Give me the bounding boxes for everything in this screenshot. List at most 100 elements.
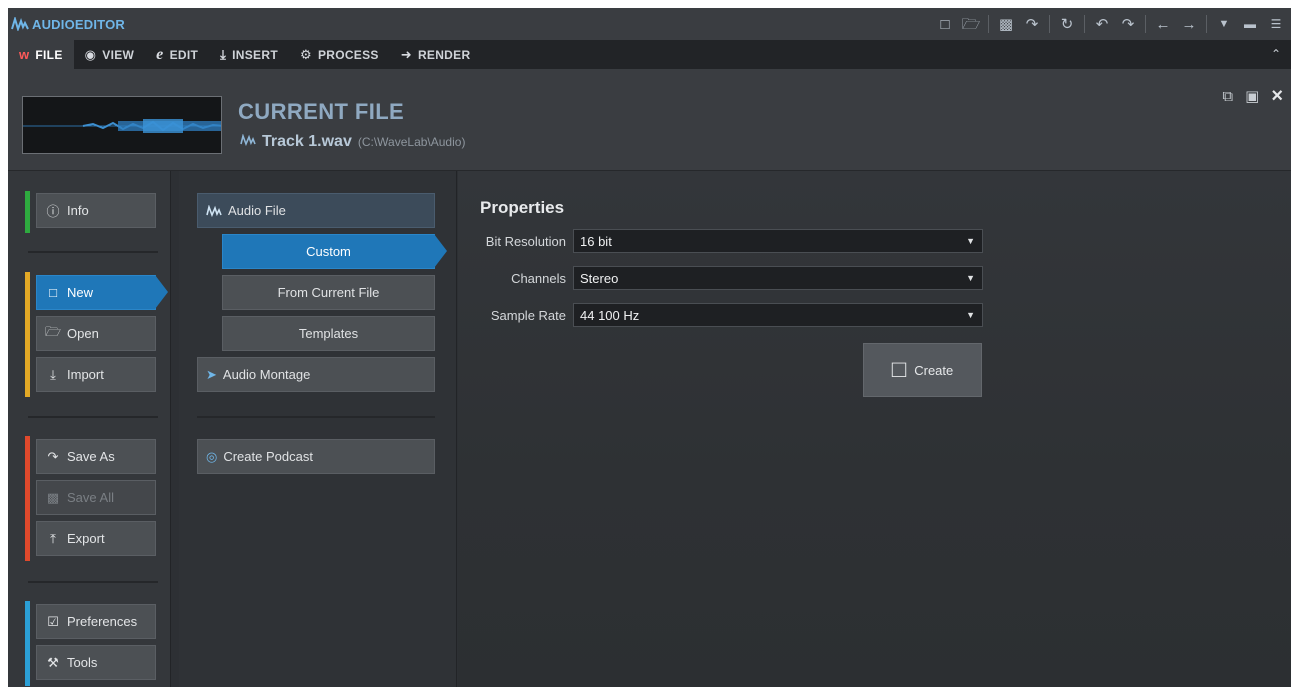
tab-process-label: PROCESS [317, 47, 379, 62]
tab-view-label: VIEW [102, 47, 135, 62]
info-icon: ⓘ [46, 204, 60, 219]
sample-rate-row: Sample Rate 44 100 Hz ▼ [458, 303, 983, 327]
export-button[interactable]: ⤒ Export [36, 521, 156, 556]
templates-item[interactable]: Templates [222, 316, 435, 351]
sample-rate-select[interactable]: 44 100 Hz ▼ [573, 303, 983, 327]
edit-icon: e [156, 45, 164, 63]
file-group-bar [25, 272, 30, 397]
import-button[interactable]: ⤓ Import [36, 357, 156, 392]
channels-value: Stereo [580, 270, 619, 286]
divider [28, 251, 158, 253]
title-bar: AUDIOEDITOR □ 🗁 ▩ ↷ ↻ ↶ ↷ ← → ▼ ▬ ☰ [8, 8, 1291, 40]
open-label: Open [67, 326, 99, 341]
undo-icon[interactable]: ↶ [1093, 15, 1111, 33]
new-file-icon: □ [49, 285, 57, 300]
save-all-label: Save All [67, 490, 114, 505]
quick-toolbar: □ 🗁 ▩ ↷ ↻ ↶ ↷ ← → ▼ ▬ ☰ [936, 8, 1285, 40]
new-file-type-navigation: Audio File Custom From Current File Temp… [179, 171, 457, 687]
divider [28, 581, 158, 583]
page-title: CURRENT FILE [238, 99, 405, 124]
app-title: AUDIOEDITOR [8, 17, 125, 32]
tab-insert-label: INSERT [232, 47, 278, 62]
open-button[interactable]: 🗁 Open [36, 316, 156, 351]
save-as-label: Save As [67, 449, 115, 464]
tools-button[interactable]: ⚒ Tools [36, 645, 156, 680]
save-icon[interactable]: ▩ [997, 15, 1015, 33]
properties-title: Properties [480, 198, 565, 217]
export-icon: ⤒ [50, 530, 56, 546]
custom-item[interactable]: Custom [222, 234, 447, 269]
audio-file-label: Audio File [228, 203, 286, 218]
tab-process[interactable]: ⚙ PROCESS [289, 40, 390, 69]
chevron-down-icon: ▼ [966, 236, 975, 246]
bit-resolution-label: Bit Resolution [485, 233, 566, 249]
from-current-file-item[interactable]: From Current File [222, 275, 435, 310]
forward-icon[interactable]: → [1180, 15, 1198, 33]
preferences-label: Preferences [67, 614, 138, 629]
window-icon[interactable]: ▬ [1241, 15, 1259, 33]
ribbon-tabs: w FILE ◉ VIEW e EDIT ⤓ INSERT ⚙ PROCESS … [8, 40, 1291, 69]
preferences-button[interactable]: ☑ Preferences [36, 604, 156, 639]
tab-file[interactable]: w FILE [8, 40, 74, 69]
audio-file-item[interactable]: Audio File [197, 193, 435, 228]
audio-montage-item[interactable]: ➤ Audio Montage [197, 357, 435, 392]
import-icon: ⤓ [50, 366, 56, 382]
waveform-logo-icon [11, 17, 29, 31]
app-window: AUDIOEDITOR □ 🗁 ▩ ↷ ↻ ↶ ↷ ← → ▼ ▬ ☰ w FI… [8, 8, 1291, 687]
panel-icon[interactable]: ☰ [1267, 15, 1285, 33]
new-file-icon[interactable]: □ [936, 15, 954, 33]
save-as-icon: ↷ [47, 448, 59, 464]
tab-file-label: FILE [35, 47, 63, 62]
save-as-button[interactable]: ↷ Save As [36, 439, 156, 474]
tab-view[interactable]: ◉ VIEW [74, 40, 146, 69]
redo-icon[interactable]: ↷ [1119, 15, 1137, 33]
channels-row: Channels Stereo ▼ [458, 266, 983, 290]
save-all-button[interactable]: ▩ Save All [36, 480, 156, 515]
close-icon[interactable]: × [1271, 86, 1283, 106]
save-as-icon[interactable]: ↷ [1023, 15, 1041, 33]
menu-icon[interactable]: ▼ [1215, 15, 1233, 33]
create-podcast-item[interactable]: ◎ Create Podcast [197, 439, 435, 474]
templates-label: Templates [298, 326, 359, 341]
bit-resolution-select[interactable]: 16 bit ▼ [573, 229, 983, 253]
toolbar-separator [988, 15, 989, 33]
toolbar-separator [1206, 15, 1207, 33]
tab-render-label: RENDER [417, 47, 471, 62]
import-label: Import [67, 367, 104, 382]
tab-edit[interactable]: e EDIT [145, 40, 209, 69]
waveform-image [23, 119, 221, 133]
new-file-icon: □ [891, 356, 907, 383]
divider [197, 416, 435, 418]
collapse-ribbon-icon[interactable]: ⌃ [1271, 47, 1281, 61]
history-icon[interactable]: ↻ [1058, 15, 1076, 33]
save-group-bar [25, 436, 30, 561]
float-window-icon[interactable]: ▣ [1245, 87, 1259, 105]
eye-icon: ◉ [84, 46, 97, 62]
new-label: New [67, 285, 94, 300]
tab-render[interactable]: ➜ RENDER [390, 40, 482, 69]
waveform-icon [206, 204, 222, 217]
file-path: (C:\WaveLab\Audio) [357, 135, 466, 149]
settings-group-bar [25, 601, 30, 686]
channels-select[interactable]: Stereo ▼ [573, 266, 983, 290]
header-controls: ⧉ ▣ × [1222, 86, 1283, 106]
info-group-bar [25, 191, 30, 233]
new-button[interactable]: □ New [36, 275, 168, 310]
podcast-icon: ◎ [206, 448, 218, 464]
app-title-text: AUDIOEDITOR [32, 16, 125, 32]
process-icon: ⚙ [299, 46, 312, 62]
back-icon[interactable]: ← [1154, 15, 1172, 33]
toolbar-separator [1049, 15, 1050, 33]
properties-panel: Properties Bit Resolution 16 bit ▼ Chann… [458, 171, 1291, 687]
tools-label: Tools [67, 655, 98, 670]
info-button[interactable]: ⓘ Info [36, 193, 156, 228]
chevron-down-icon: ▼ [966, 310, 975, 320]
create-podcast-label: Create Podcast [223, 449, 313, 464]
montage-icon: ➤ [206, 366, 217, 382]
copy-icon[interactable]: ⧉ [1222, 88, 1233, 105]
insert-icon: ⤓ [220, 46, 227, 62]
tab-insert[interactable]: ⤓ INSERT [209, 40, 289, 69]
create-button[interactable]: □ Create [863, 343, 982, 397]
open-folder-icon[interactable]: 🗁 [962, 15, 981, 33]
toolbar-separator [1145, 15, 1146, 33]
